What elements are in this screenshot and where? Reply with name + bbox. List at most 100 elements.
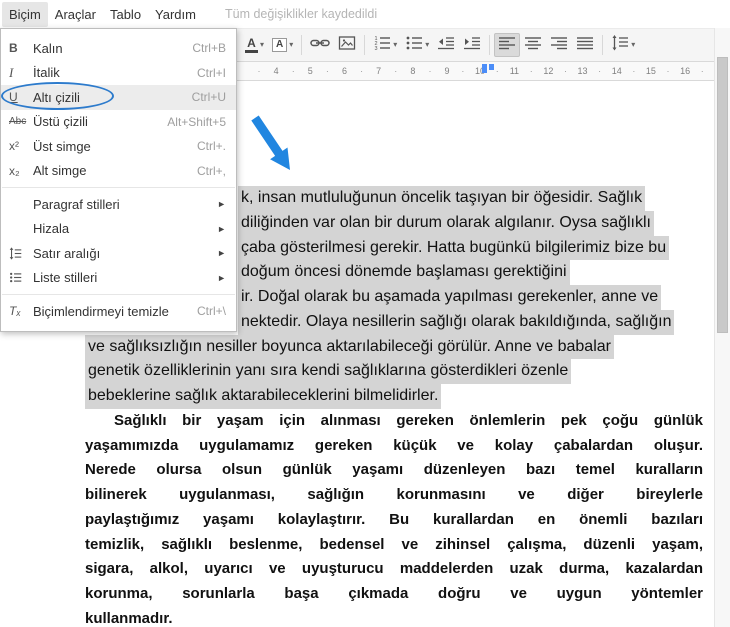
selected-text-line: diliğinden var olan bir durum olarak alg… — [238, 211, 654, 236]
caret-down-icon: ▾ — [425, 41, 429, 49]
menu-item-label: Satır aralığı — [33, 246, 209, 261]
ruler-number: 14 — [593, 62, 627, 80]
svg-text:3: 3 — [375, 46, 378, 52]
text-color-letter: A — [247, 37, 256, 49]
menubar: Biçim Araçlar Tablo Yardım Tüm değişikli… — [0, 0, 730, 28]
menu-item-strikethrough[interactable]: Abc Üstü çizili Alt+Shift+5 — [1, 110, 236, 135]
menu-item-label: Biçimlendirmeyi temizle — [33, 304, 189, 319]
align-right-icon — [550, 34, 568, 57]
menu-item-label: Altı çizili — [33, 90, 184, 105]
text-line: paylaştığımız yaşamı kolaylaştırır. Bu k… — [85, 508, 703, 533]
scrollbar-thumb[interactable] — [717, 57, 728, 333]
insert-link-button[interactable] — [306, 33, 334, 57]
ruler-number: 13 — [559, 62, 593, 80]
text-color-button[interactable]: A ▾ — [241, 33, 268, 57]
menu-item-shortcut: Ctrl+U — [192, 90, 226, 104]
bulleted-list-icon — [405, 34, 423, 57]
menu-item-superscript[interactable]: x² Üst simge Ctrl+. — [1, 134, 236, 159]
insert-image-button[interactable] — [334, 33, 360, 57]
link-icon — [310, 34, 330, 57]
ruler-number: 4 — [251, 62, 285, 80]
caret-down-icon: ▾ — [289, 41, 293, 49]
menu-item-paragraph-styles[interactable]: Paragraf stilleri ► — [1, 192, 236, 217]
text-line: yaşamımızda uygulamamız gereken küçük ve… — [85, 434, 703, 459]
align-center-button[interactable] — [520, 33, 546, 57]
vertical-scrollbar[interactable] — [714, 28, 730, 627]
superscript-icon: x² — [9, 139, 33, 153]
ruler-number: 11 — [490, 62, 524, 80]
paragraph-2: Sağlıklı bir yaşam için alınması gereken… — [85, 409, 703, 627]
menu-table[interactable]: Tablo — [103, 2, 148, 27]
indent-marker[interactable] — [482, 64, 487, 73]
menu-separator — [2, 294, 235, 295]
menu-item-subscript[interactable]: x₂ Alt simge Ctrl+, — [1, 159, 236, 184]
underline-icon: U — [9, 90, 33, 104]
save-status: Tüm değişiklikler kaydedildi — [225, 7, 377, 21]
submenu-arrow-icon: ► — [217, 199, 226, 209]
menu-separator — [2, 187, 235, 188]
caret-down-icon: ▾ — [631, 41, 635, 49]
menu-help[interactable]: Yardım — [148, 2, 203, 27]
ruler-number: 16 — [661, 62, 695, 80]
ruler-number: 7 — [354, 62, 388, 80]
align-left-icon — [498, 34, 516, 57]
ruler-number: 12 — [525, 62, 559, 80]
line-spacing-icon — [611, 34, 629, 57]
format-dropdown-menu: B Kalın Ctrl+B I İtalik Ctrl+I U Altı çi… — [0, 28, 237, 332]
toolbar-separator — [364, 35, 365, 55]
menu-item-label: İtalik — [33, 65, 189, 80]
caret-down-icon: ▾ — [393, 41, 397, 49]
selected-text-line: ir. Doğal olarak bu aşamada yapılması ge… — [238, 285, 661, 310]
subscript-icon: x₂ — [9, 164, 33, 178]
submenu-arrow-icon: ► — [217, 224, 226, 234]
text-line: kullanmadır. — [85, 607, 703, 627]
indent-marker[interactable] — [489, 64, 494, 70]
menu-item-line-spacing[interactable]: Satır aralığı ► — [1, 241, 236, 266]
ruler-number: 8 — [388, 62, 422, 80]
clear-formatting-icon: Tₓ — [9, 304, 33, 318]
selected-text-line: doğum öncesi dönemde başlaması gerektiği… — [238, 260, 570, 285]
numbered-list-button[interactable]: 123 ▾ — [369, 33, 401, 57]
text-line: bilinerek uygulanması, sağlığın korunmas… — [85, 483, 703, 508]
selected-text-line: k, insan mutluluğunun öncelik taşıyan bi… — [238, 186, 645, 211]
decrease-indent-icon — [437, 34, 455, 57]
align-justify-button[interactable] — [572, 33, 598, 57]
text-line: Nerede olursa olsun günlük yaşamı düzenl… — [85, 458, 703, 483]
selected-text-line: nektedir. Olaya nesillerin sağlığı olara… — [238, 310, 674, 335]
menu-item-shortcut: Ctrl+\ — [197, 304, 226, 318]
paragraph-1-occluded: k, insan mutluluğunun öncelik taşıyan bi… — [238, 186, 674, 335]
decrease-indent-button[interactable] — [433, 33, 459, 57]
menu-item-italic[interactable]: I İtalik Ctrl+I — [1, 61, 236, 86]
menu-item-clear-formatting[interactable]: Tₓ Biçimlendirmeyi temizle Ctrl+\ — [1, 299, 236, 324]
menu-format[interactable]: Biçim — [2, 2, 48, 27]
image-icon — [338, 34, 356, 57]
menu-item-label: Paragraf stilleri — [33, 197, 209, 212]
menu-item-label: Üstü çizili — [33, 114, 159, 129]
menu-item-align[interactable]: Hizala ► — [1, 217, 236, 242]
text-line: Sağlıklı bir yaşam için alınması gereken… — [85, 409, 703, 434]
text-line: sigara, alkol, uyarıcı ve uyuşturucu mad… — [85, 557, 703, 582]
line-spacing-button[interactable]: ▾ — [607, 33, 639, 57]
text-line: korunma, sorunlarla başa çıkmada doğru v… — [85, 582, 703, 607]
bold-icon: B — [9, 41, 33, 55]
align-justify-icon — [576, 34, 594, 57]
increase-indent-button[interactable] — [459, 33, 485, 57]
submenu-arrow-icon: ► — [217, 273, 226, 283]
menu-item-shortcut: Alt+Shift+5 — [167, 115, 226, 129]
menu-tools[interactable]: Araçlar — [48, 2, 103, 27]
bulleted-list-button[interactable]: ▾ — [401, 33, 433, 57]
menu-item-label: Hizala — [33, 221, 209, 236]
text-color-bar — [245, 50, 258, 53]
menu-item-label: Alt simge — [33, 163, 189, 178]
ruler-number: 9 — [422, 62, 456, 80]
ruler-number: 17 — [695, 62, 714, 80]
menu-item-bold[interactable]: B Kalın Ctrl+B — [1, 36, 236, 61]
menu-item-list-styles[interactable]: Liste stilleri ► — [1, 266, 236, 291]
align-right-button[interactable] — [546, 33, 572, 57]
align-left-button[interactable] — [494, 33, 520, 57]
highlight-color-button[interactable]: A ▾ — [268, 33, 297, 57]
selected-text-line: ve sağlıksızlığın nesiller boyunca aktar… — [85, 335, 614, 360]
strikethrough-icon: Abc — [9, 116, 33, 127]
menu-item-underline[interactable]: U Altı çizili Ctrl+U — [1, 85, 236, 110]
paragraph-1-visible: ve sağlıksızlığın nesiller boyunca aktar… — [85, 335, 614, 409]
